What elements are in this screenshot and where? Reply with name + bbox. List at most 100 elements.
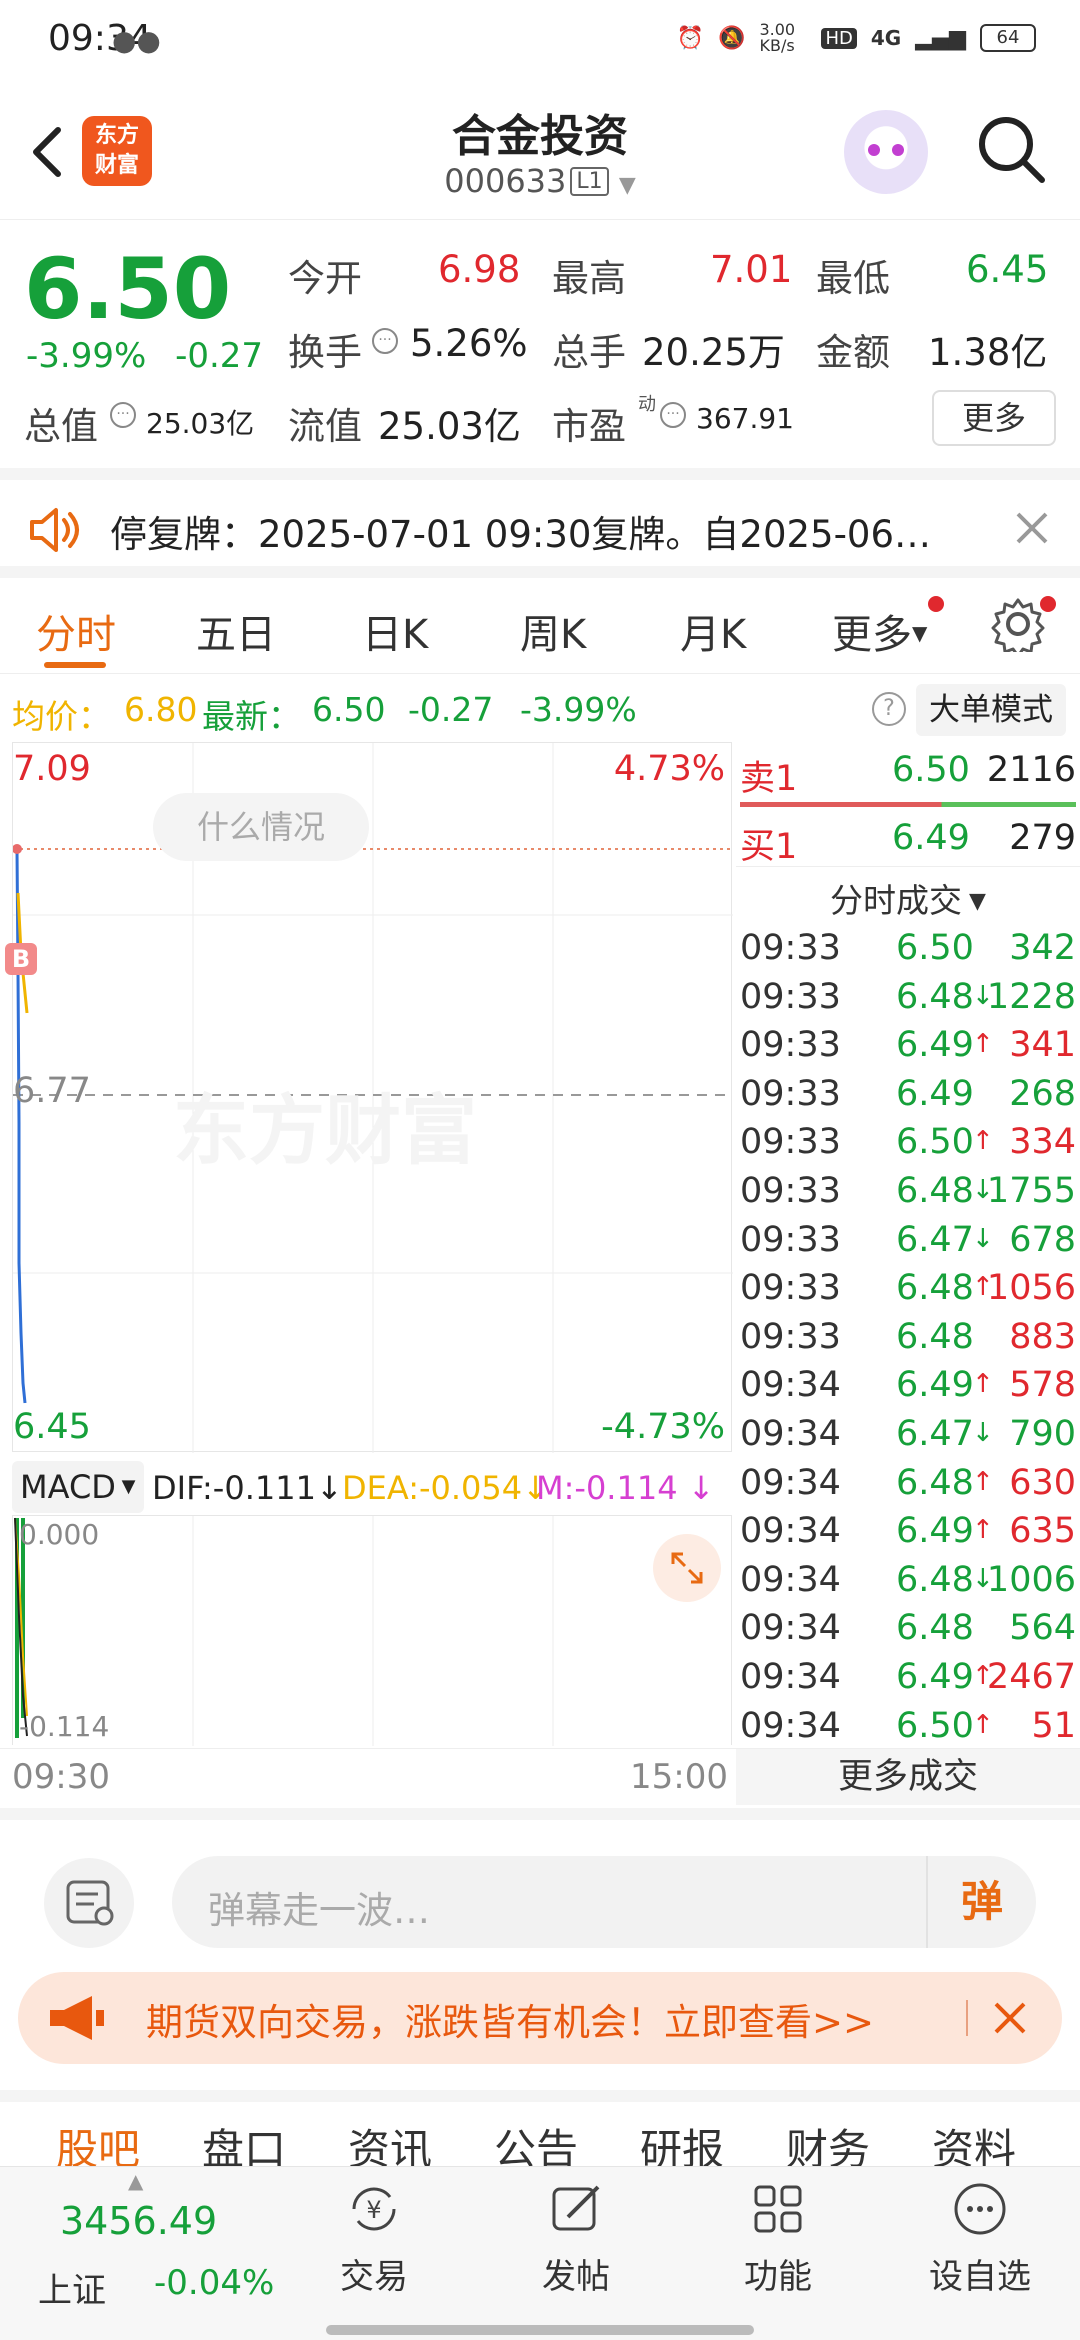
nav-post-label: 发帖 (542, 2257, 610, 2297)
nav-post[interactable]: 发帖 (506, 2177, 646, 2298)
up-arrow-icon: ↑ (972, 1369, 994, 1400)
high-label: 最高 (552, 257, 626, 300)
trade-volume: 578 (1009, 1365, 1076, 1406)
trade-volume: 635 (1009, 1511, 1076, 1552)
trade-price: 6.48 (896, 1608, 974, 1649)
volume-value: 20.25万 (642, 331, 785, 374)
index-name: 上证 (38, 2271, 106, 2311)
trade-volume: 1755 (986, 1171, 1076, 1211)
danmu-input[interactable]: 弹幕走一波… 弹 (172, 1856, 1036, 1948)
home-indicator[interactable] (326, 2325, 754, 2335)
macd-panel: MACD ▼ DIF:-0.111↓ DEA:-0.054↓ M:-0.114 … (12, 1455, 732, 1746)
trade-volume: 268 (1009, 1073, 1076, 1114)
tab-more[interactable]: 更多▼ (832, 602, 927, 660)
notice-text: 停复牌：2025-07-01 09:30复牌。自2025-06… (110, 513, 932, 556)
change-pct: -3.99% (26, 336, 147, 376)
megaphone-icon (50, 1996, 104, 2040)
trade-row: 09:34 6.49 ↑ 2467 (740, 1657, 1076, 1705)
float-label: 流值 (288, 405, 362, 448)
buy-marker[interactable]: B (5, 943, 37, 975)
futures-ad-banner[interactable]: 期货双向交易，涨跌皆有机会！立即查看>> (18, 1972, 1062, 2064)
expand-icon[interactable] (653, 1534, 721, 1602)
note-settings-icon[interactable] (44, 1858, 134, 1948)
close-icon[interactable] (988, 1996, 1032, 2040)
high-value: 7.01 (710, 248, 793, 291)
tab-more-label: 更多 (832, 612, 912, 658)
trade-price: 6.49 (896, 1073, 974, 1114)
macd-m: M:-0.114 ↓ (536, 1469, 715, 1507)
trade-volume: 1228 (986, 976, 1076, 1017)
caret-up-icon: ▲ (128, 2169, 144, 2193)
assistant-robot-icon[interactable] (844, 110, 928, 194)
avg-label: 均价： (12, 697, 111, 736)
tab-monthly-k[interactable]: 月K (680, 602, 746, 660)
nav-add-watchlist[interactable]: 设自选 (910, 2177, 1050, 2298)
danmu-bar: 弹幕走一波… 弹 (0, 1808, 1080, 1958)
big-order-mode-button[interactable]: 大单模式 (916, 684, 1066, 736)
amount-label: 金额 (816, 331, 890, 374)
trade-row: 09:33 6.47 ↓ 678 (740, 1220, 1076, 1268)
sell1-price: 6.50 (892, 750, 970, 790)
trade-time: 09:33 (740, 1122, 841, 1163)
trade-time: 09:34 (740, 1705, 841, 1746)
mktcap-label: 总值 (24, 405, 98, 448)
what-happened-bubble[interactable]: 什么情况 (153, 793, 369, 861)
trade-row: 09:34 6.48 ↑ 630 (740, 1463, 1076, 1511)
suspension-notice[interactable]: 停复牌：2025-07-01 09:30复牌。自2025-06… (0, 468, 1080, 578)
macd-chart: 0.000 -0.114 (12, 1515, 732, 1746)
trade-price: 6.48 (896, 1316, 974, 1357)
indicator-selector[interactable]: MACD ▼ (12, 1461, 144, 1513)
dropdown-icon: ▼ (618, 173, 636, 198)
info-icon[interactable]: ··· (372, 328, 398, 354)
danmu-toggle-button[interactable]: 弹 (926, 1856, 1036, 1948)
pe-value: 367.91 (696, 402, 794, 435)
trade-volume: 883 (1009, 1316, 1076, 1357)
trade-row: 09:34 6.50 ↑ 51 (740, 1706, 1076, 1754)
more-trades-button[interactable]: 更多成交 (736, 1749, 1080, 1805)
trade-row: 09:33 6.49 ↑ 341 (740, 1025, 1076, 1073)
trades-header[interactable]: 分时成交 ▼ (736, 874, 1080, 922)
trade-price: 6.47 (896, 1219, 974, 1260)
trade-price: 6.48 (896, 1462, 974, 1503)
tab-daily-k[interactable]: 日K (362, 602, 428, 660)
tab-intraday[interactable]: 分时 (36, 602, 116, 660)
trade-volume: 564 (1009, 1608, 1076, 1649)
low-value: 6.45 (966, 248, 1049, 291)
stock-code: 000633 (444, 162, 567, 200)
sell1-label: 卖1 (740, 759, 798, 799)
nav-trade-label: 交易 (340, 2257, 408, 2297)
up-arrow-icon: ↑ (972, 1126, 994, 1157)
current-price: 6.50 (24, 240, 232, 338)
tab-weekly-k[interactable]: 周K (520, 602, 586, 660)
info-icon[interactable]: ··· (110, 402, 136, 428)
trade-volume: 341 (1009, 1025, 1076, 1066)
nav-functions[interactable]: 功能 (708, 2177, 848, 2298)
sell1-row: 卖1 6.50 2116 (740, 750, 1076, 810)
down-arrow-icon: ↓ (972, 1223, 994, 1254)
macd-top-label: 0.000 (19, 1518, 100, 1551)
tab-five-day[interactable]: 五日 (196, 602, 276, 660)
help-icon[interactable]: ? (872, 692, 906, 726)
y-mid-price: 6.77 (13, 1071, 91, 1111)
yuan-exchange-icon: ¥ (352, 2187, 396, 2231)
gear-icon[interactable] (990, 596, 1046, 652)
trade-volume: 2467 (986, 1657, 1076, 1697)
trade-time: 09:33 (740, 1025, 841, 1066)
trade-row: 09:34 6.48 ↓ 1006 (740, 1560, 1076, 1608)
status-icons: ⏰ 🔕 3.00 KB/s HD 4G ▂▄▆ 64 (677, 22, 1036, 54)
trade-time: 09:33 (740, 1073, 841, 1114)
close-icon[interactable] (1012, 508, 1052, 548)
nav-trade[interactable]: ¥ 交易 (304, 2177, 444, 2298)
info-icon[interactable]: ··· (660, 402, 686, 428)
up-arrow-icon: ↑ (972, 1029, 994, 1060)
more-quote-button[interactable]: 更多 (932, 390, 1056, 446)
nav-functions-label: 功能 (744, 2257, 812, 2297)
intraday-chart[interactable]: 东方财富 7.09 4.73% 6.77 6.45 -4.73% 什么情况 B (5, 742, 733, 1453)
trade-row: 09:33 6.50 342 (740, 928, 1076, 976)
hd-icon: HD (821, 27, 857, 49)
trade-time: 09:33 (740, 1268, 841, 1309)
trade-time: 09:33 (740, 1171, 841, 1211)
avg-value: 6.80 (124, 690, 198, 729)
latest-label: 最新： (202, 697, 301, 736)
search-icon[interactable] (972, 110, 1052, 190)
